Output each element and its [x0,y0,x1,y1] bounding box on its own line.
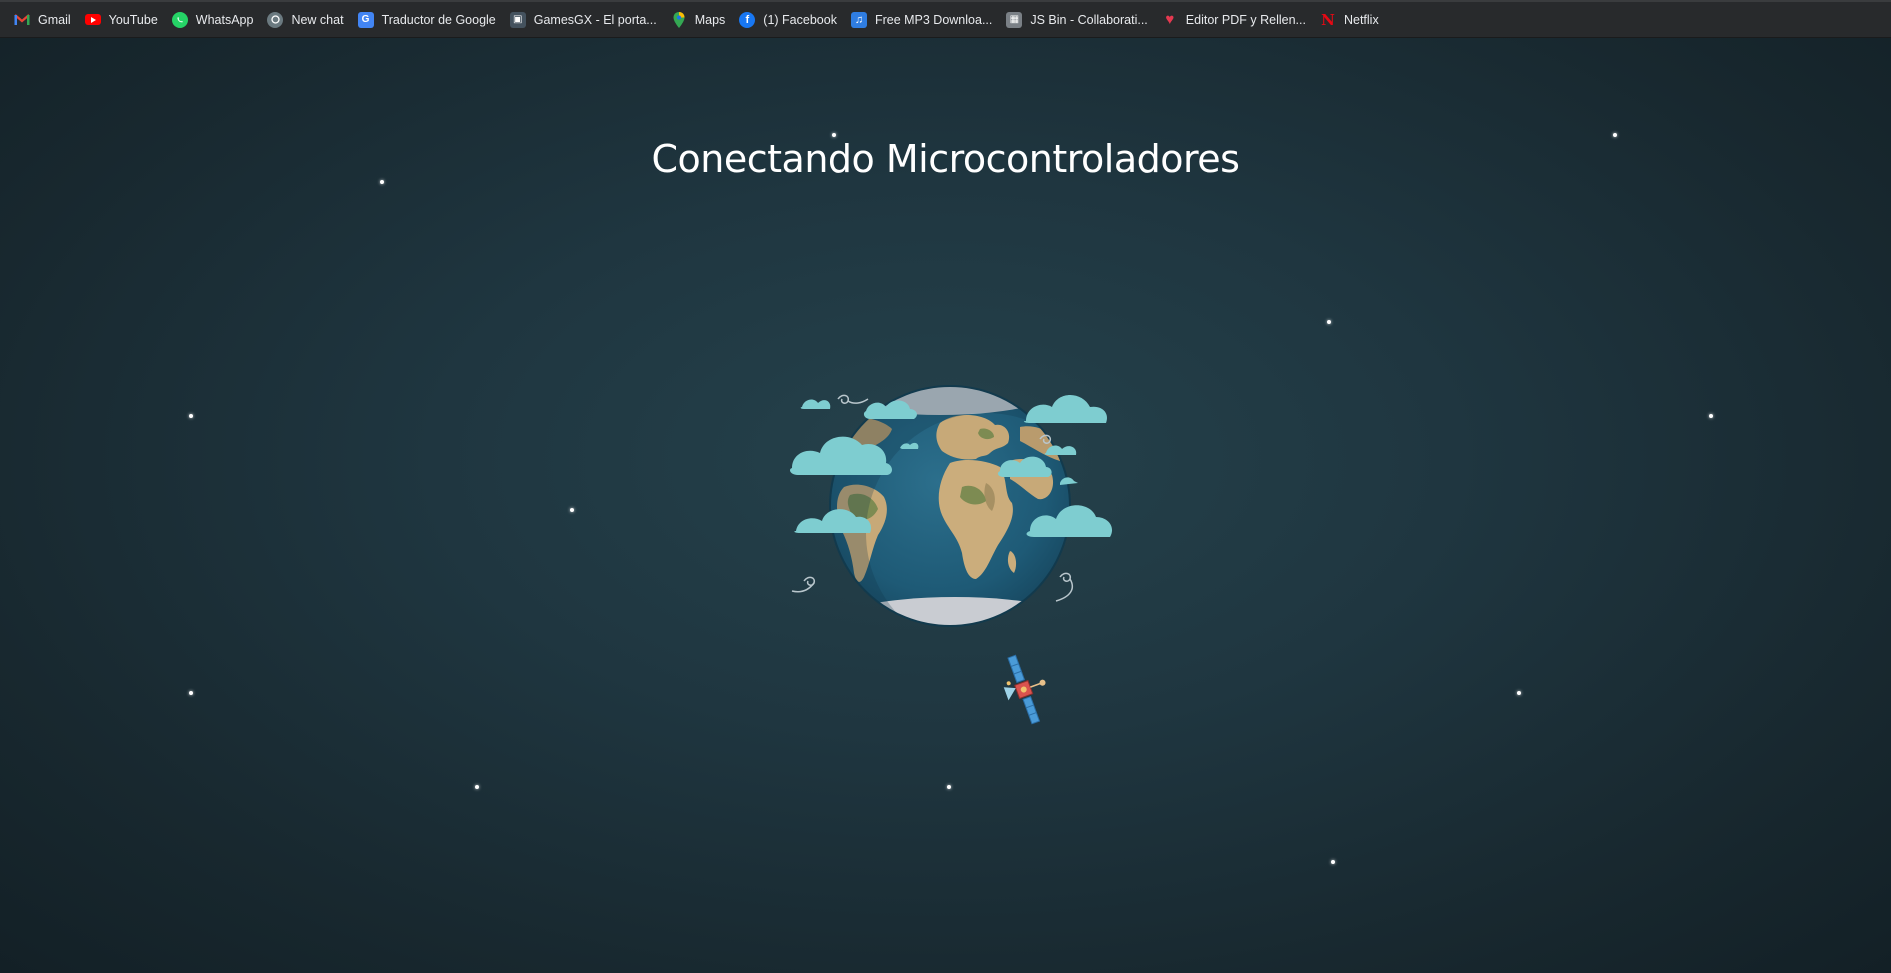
bookmark-facebook[interactable]: f (1) Facebook [733,6,843,34]
earth-globe-icon [790,385,1113,725]
bookmarks-bar: Gmail YouTube WhatsApp New chat G Traduc… [0,0,1891,38]
bookmark-editor-pdf[interactable]: ♥ Editor PDF y Rellen... [1156,6,1312,34]
star [1613,133,1617,137]
bookmark-label: YouTube [108,12,158,27]
bookmark-label: Editor PDF y Rellen... [1185,12,1306,27]
gmail-icon [14,12,30,28]
star [1331,860,1335,864]
bookmark-label: JS Bin - Collaborati... [1030,12,1148,27]
bookmark-label: Free MP3 Downloa... [874,12,993,27]
bookmark-label: Maps [694,12,726,27]
whatsapp-icon [171,11,188,28]
star [189,414,193,418]
star [1517,691,1521,695]
page-background: Conectando Microcontroladores [0,38,1891,973]
page-title: Conectando Microcontroladores [651,137,1240,181]
bookmark-traductor-google[interactable]: G Traductor de Google [352,6,502,34]
star [189,691,193,695]
heart-icon: ♥ [1165,11,1175,28]
star [832,133,836,137]
bookmark-free-mp3[interactable]: ♫ Free MP3 Downloa... [845,6,998,34]
bookmark-whatsapp[interactable]: WhatsApp [166,6,260,34]
earth-illustration [790,383,1120,733]
bookmark-jsbin[interactable]: ▦ JS Bin - Collaborati... [1000,6,1153,34]
bookmark-label: Gmail [38,12,71,27]
chatgpt-icon [267,11,284,28]
bookmark-label: GamesGX - El porta... [533,12,657,27]
music-note-icon: ♫ [850,11,867,28]
jsbin-icon: ▦ [1006,11,1023,28]
facebook-icon: f [739,11,756,28]
star [1327,320,1331,324]
star [947,785,951,789]
bookmark-maps[interactable]: Maps [665,6,732,34]
bookmark-new-chat[interactable]: New chat [261,6,349,34]
star [1709,414,1713,418]
bookmark-netflix[interactable]: N Netflix [1314,6,1385,34]
bookmark-gmail[interactable]: Gmail [8,6,77,34]
bookmark-label: (1) Facebook [763,12,837,27]
bookmark-label: Traductor de Google [381,12,496,27]
gamesgx-icon: ▣ [509,11,526,28]
star [570,508,574,512]
bookmark-youtube[interactable]: YouTube [79,6,164,34]
bookmark-label: New chat [291,12,344,27]
google-translate-icon: G [357,11,374,28]
star [475,785,479,789]
youtube-icon [84,14,101,25]
maps-pin-icon [671,11,687,28]
star [380,180,384,184]
satellite-icon [1003,654,1046,725]
bookmark-gamesgx[interactable]: ▣ GamesGX - El porta... [504,6,663,34]
netflix-icon: N [1321,10,1335,29]
bookmark-label: Netflix [1343,12,1379,27]
bookmark-label: WhatsApp [195,12,254,27]
